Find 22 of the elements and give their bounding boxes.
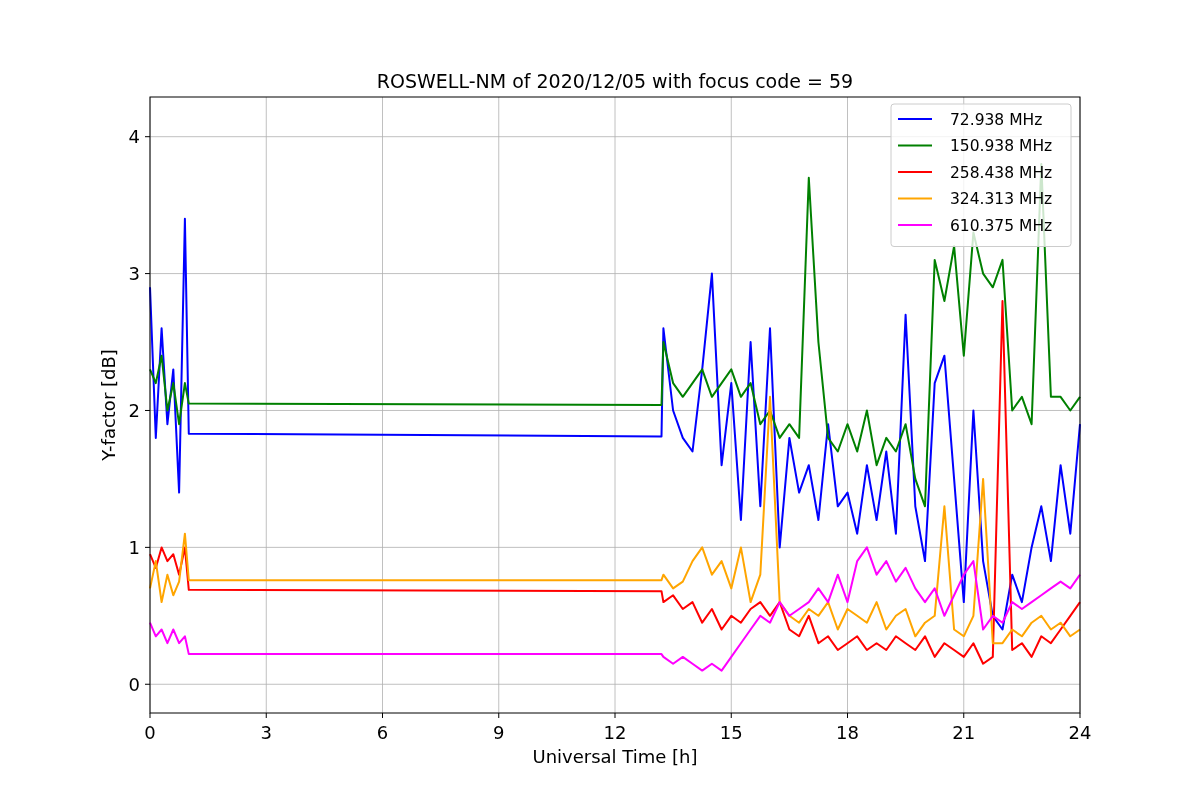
x-tick-label: 6 bbox=[376, 722, 389, 743]
y-tick-label: 0 bbox=[128, 673, 140, 695]
x-tick-label: 18 bbox=[836, 722, 859, 743]
y-tick-label: 1 bbox=[128, 536, 140, 558]
chart-title: ROSWELL-NM of 2020/12/05 with focus code = 59 bbox=[376, 70, 854, 92]
x-tick-label: 12 bbox=[603, 722, 627, 743]
y-tick-label: 2 bbox=[128, 400, 140, 421]
y-axis-label: Y-factor [dB] bbox=[98, 349, 119, 461]
legend-label: 72.938 MHz bbox=[950, 110, 1043, 129]
x-tick-label: 9 bbox=[493, 722, 505, 743]
x-tick-label: 24 bbox=[1068, 722, 1092, 743]
legend-label: 324.313 MHz bbox=[950, 190, 1053, 208]
legend-label: 150.938 MHz bbox=[950, 137, 1053, 155]
x-tick-label: 3 bbox=[260, 722, 272, 743]
x-tick-label: 21 bbox=[952, 722, 976, 743]
y-tick-label: 4 bbox=[128, 126, 140, 148]
x-tick-label: 0 bbox=[144, 722, 156, 743]
x-axis-label: Universal Time [h] bbox=[532, 746, 698, 767]
legend-label: 610.375 MHz bbox=[950, 216, 1053, 235]
legend-label: 258.438 MHz bbox=[950, 163, 1053, 182]
x-tick-label: 15 bbox=[719, 722, 743, 743]
y-tick-label: 3 bbox=[128, 263, 140, 285]
